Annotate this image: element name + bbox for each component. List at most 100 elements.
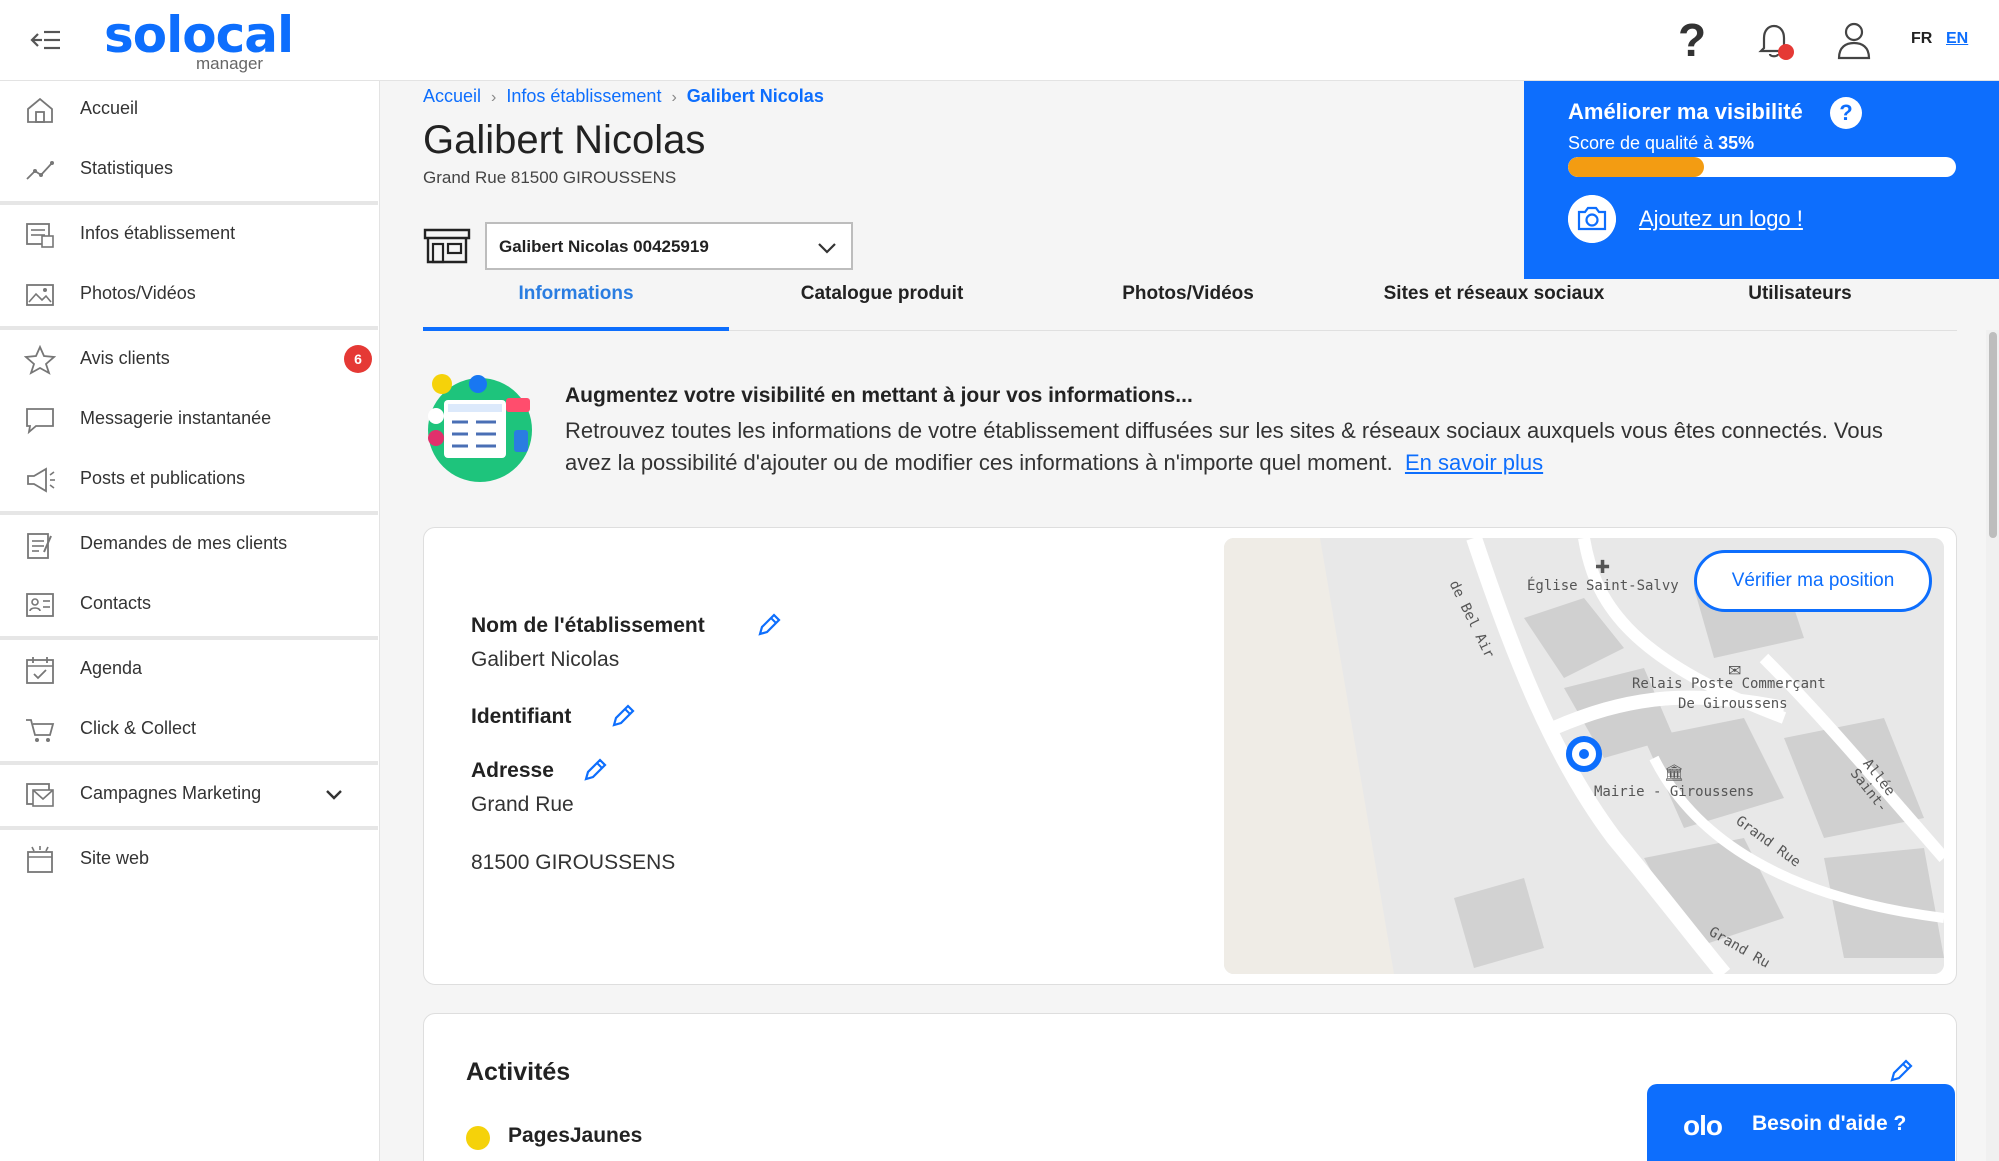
edit-identifier-pencil-icon[interactable] (610, 703, 636, 729)
sidebar-item-label: Infos établissement (80, 223, 236, 243)
notification-dot (1778, 44, 1794, 60)
sidebar-divider (0, 201, 378, 205)
lang-en-link[interactable]: EN (1946, 30, 1968, 48)
breadcrumb-section-link[interactable]: Infos établissement (506, 86, 661, 107)
sidebar-item-infos-etablissement[interactable]: Infos établissement (0, 206, 378, 262)
collapse-menu-icon[interactable] (28, 26, 64, 54)
map-label-post2: De Giroussens (1678, 696, 1788, 712)
banner-description: Retrouvez toutes les informations de vot… (565, 418, 1883, 475)
chevron-down-icon[interactable] (322, 782, 346, 806)
visibility-panel: Améliorer ma visibilité ? Score de quali… (1524, 81, 1999, 279)
location-map[interactable]: ✚ ✉ 🏛 Église Saint-Salvy Relais Poste Co… (1224, 538, 1944, 974)
page-title: Galibert Nicolas (423, 118, 706, 162)
sidebar-item-label: Click & Collect (80, 718, 197, 738)
sidebar-item-label: Photos/Vidéos (80, 283, 196, 303)
edit-address-pencil-icon[interactable] (582, 757, 608, 783)
sidebar-divider (0, 511, 378, 515)
tab-informations[interactable]: Informations (423, 279, 729, 331)
map-label-church: Église Saint-Salvy (1527, 578, 1679, 594)
tab-photos-videos[interactable]: Photos/Vidéos (1035, 279, 1341, 331)
sidebar-divider (0, 761, 378, 765)
sidebar-item-label: Agenda (80, 658, 143, 678)
breadcrumb: Accueil › Infos établissement › Galibert Nic… (423, 86, 824, 107)
need-help-label: Besoin d'aide ? (1752, 1112, 1907, 1135)
sidebar: Accueil Statistiques Infos établissement… (0, 81, 380, 1161)
add-logo-link[interactable]: Ajoutez un logo ! (1639, 206, 1803, 232)
breadcrumb-home-link[interactable]: Accueil (423, 86, 481, 107)
breadcrumb-separator-icon: › (491, 89, 497, 106)
page-address: Grand Rue 81500 GIROUSSENS (423, 168, 677, 187)
clipboard-icon (27, 533, 52, 559)
banner-title: Augmentez votre visibilité en mettant à … (565, 384, 1193, 407)
notification-bell-icon[interactable] (1752, 18, 1796, 62)
quality-score-value: 35% (1718, 133, 1755, 153)
chevron-down-icon (818, 243, 836, 254)
sidebar-divider (0, 826, 378, 830)
tab-bar: Informations Catalogue produit Photos/Vi… (423, 279, 1957, 331)
name-label: Nom de l'établissement (471, 614, 705, 637)
tab-sites-reseaux[interactable]: Sites et réseaux sociaux (1341, 279, 1647, 331)
edit-name-pencil-icon[interactable] (756, 612, 782, 638)
sidebar-item-label: Statistiques (80, 158, 174, 178)
sidebar-item-accueil[interactable]: Accueil (0, 81, 378, 137)
storefront-icon (423, 228, 471, 264)
learn-more-link[interactable]: En savoir plus (1405, 450, 1543, 475)
banner-text: Retrouvez toutes les informations de vot… (565, 415, 1895, 479)
need-help-button[interactable]: olo Besoin d'aide ? (1647, 1084, 1955, 1161)
address-line1: Grand Rue (471, 793, 574, 816)
visibility-illustration (428, 374, 532, 482)
tab-catalogue-produit[interactable]: Catalogue produit (729, 279, 1035, 331)
sidebar-item-campagnes[interactable]: Campagnes Marketing (0, 766, 378, 822)
reviews-count-badge: 6 (344, 345, 372, 373)
solocal-logo[interactable]: solocal manager (104, 6, 294, 78)
name-value: Galibert Nicolas (471, 648, 620, 671)
logo-sub: manager (196, 54, 264, 73)
user-profile-icon[interactable] (1832, 18, 1876, 62)
sidebar-item-photos-videos[interactable]: Photos/Vidéos (0, 266, 378, 322)
quality-progress-bar (1568, 157, 1956, 177)
mail-campaign-icon (26, 783, 54, 807)
breadcrumb-current: Galibert Nicolas (686, 86, 824, 106)
calendar-icon (26, 657, 54, 684)
scrollbar-thumb[interactable] (1989, 332, 1997, 538)
quality-progress-fill (1568, 157, 1704, 177)
camera-icon[interactable] (1568, 195, 1616, 243)
establishment-select[interactable]: Galibert Nicolas 00425919 (485, 222, 853, 270)
visibility-title: Améliorer ma visibilité (1568, 99, 1803, 124)
sidebar-item-label: Demandes de mes clients (80, 533, 288, 553)
star-icon (24, 345, 56, 375)
store-info-icon (26, 223, 54, 248)
sidebar-item-demandes[interactable]: Demandes de mes clients (0, 516, 378, 572)
help-icon[interactable]: ? (1670, 17, 1714, 63)
home-icon (27, 97, 53, 123)
edit-activities-pencil-icon[interactable] (1888, 1058, 1914, 1084)
sidebar-item-messagerie[interactable]: Messagerie instantanée (0, 391, 378, 447)
establishment-info-card: Nom de l'établissement Galibert Nicolas … (423, 527, 1957, 985)
sidebar-item-label: Contacts (80, 593, 152, 613)
trend-chart-icon (26, 161, 54, 180)
megaphone-icon (27, 467, 55, 493)
sidebar-item-site-web[interactable]: Site web (0, 831, 378, 887)
svg-text:🏛: 🏛 (1664, 764, 1684, 782)
verify-position-button[interactable]: Vérifier ma position (1694, 550, 1932, 612)
contact-card-icon (26, 593, 54, 617)
sidebar-item-contacts[interactable]: Contacts (0, 576, 378, 632)
sidebar-item-agenda[interactable]: Agenda (0, 641, 378, 697)
sidebar-item-posts[interactable]: Posts et publications (0, 451, 378, 507)
identifier-label: Identifiant (471, 705, 572, 728)
visibility-help-icon[interactable]: ? (1830, 97, 1862, 129)
olo-logo-icon: olo (1683, 1110, 1723, 1141)
sidebar-divider (0, 326, 378, 330)
sidebar-item-label: Accueil (80, 98, 139, 118)
svg-text:✚: ✚ (1595, 557, 1610, 577)
establishment-select-value: Galibert Nicolas 00425919 (499, 237, 709, 256)
sidebar-divider (0, 636, 378, 640)
lang-fr-link[interactable]: FR (1911, 30, 1932, 48)
sidebar-item-statistiques[interactable]: Statistiques (0, 141, 378, 197)
tab-utilisateurs[interactable]: Utilisateurs (1647, 279, 1953, 331)
sidebar-item-click-collect[interactable]: Click & Collect (0, 701, 378, 757)
quality-score-label: Score de qualité à (1568, 133, 1719, 153)
address-line2: 81500 GIROUSSENS (471, 851, 676, 874)
sidebar-item-avis-clients[interactable]: Avis clients 6 (0, 331, 378, 387)
quality-score-text: Score de qualité à 35% (1568, 133, 1754, 154)
